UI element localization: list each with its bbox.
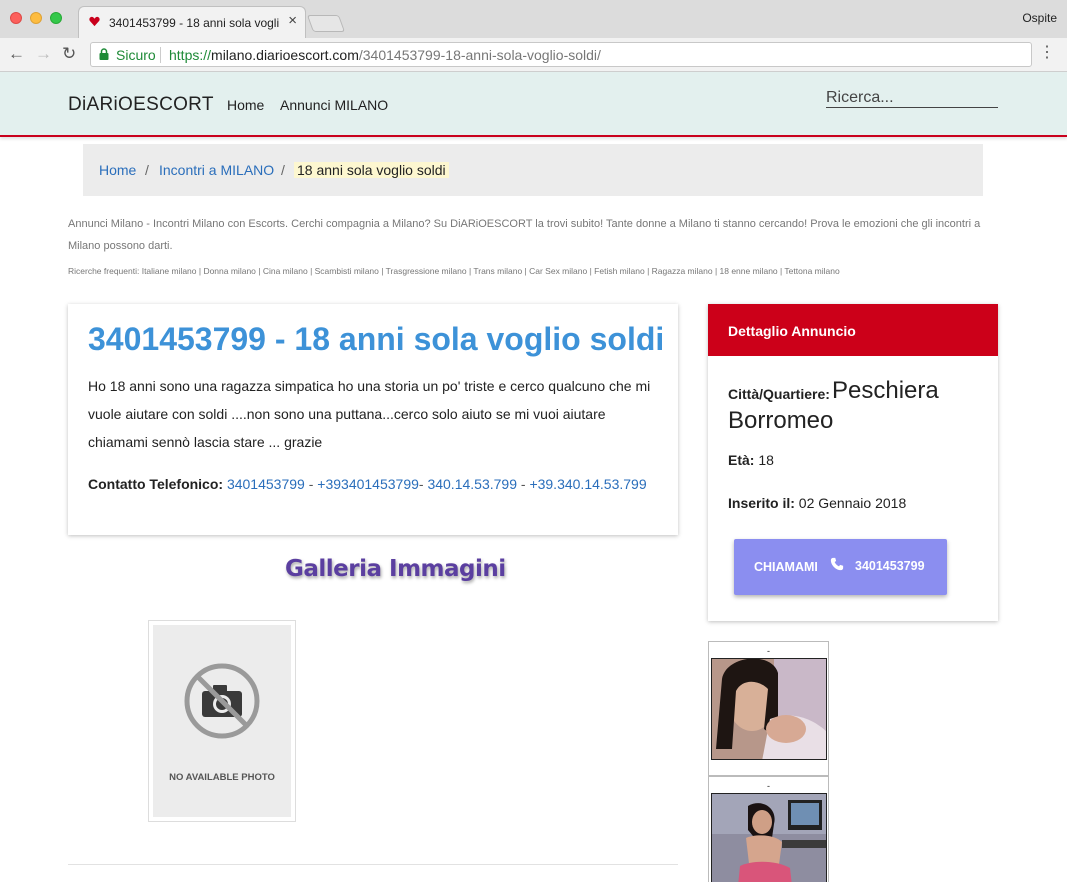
inserted-value: 02 Gennaio 2018 (798, 495, 907, 511)
contact-line: Contatto Telefonico: 3401453799 - +39340… (88, 476, 647, 492)
breadcrumb-current: 18 anni sola voglio soldi (294, 162, 449, 178)
city-value: Peschiera Borromeo (728, 377, 939, 434)
browser-toolbar: ← → ↻ Sicuro https://milano.diarioescort… (0, 38, 1067, 72)
browser-tab[interactable]: 3401453799 - 18 anni sola voglio soldi × (78, 6, 306, 38)
age-label: Età: (728, 452, 755, 468)
no-camera-icon (184, 663, 260, 739)
browser-tabstrip: 3401453799 - 18 anni sola voglio soldi ×… (0, 0, 1067, 38)
detail-header: Dettaglio Annuncio (708, 304, 998, 356)
detail-header-title: Dettaglio Annuncio (728, 323, 856, 339)
forward-arrow-icon[interactable]: → (35, 44, 52, 64)
thumbnail-photo (712, 659, 826, 759)
phone-link[interactable]: +393401453799 (317, 476, 419, 492)
listing-title: 3401453799 - 18 anni sola voglio soldi (88, 321, 665, 357)
no-photo-label: NO AVAILABLE PHOTO (169, 772, 275, 783)
inserted-row: Inserito il: 02 Gennaio 2018 (728, 495, 906, 511)
listing-description: Ho 18 anni sono una ragazza simpatica ho… (88, 378, 651, 450)
phone-link[interactable]: 3401453799 (227, 476, 305, 492)
thumbnail-caption: - (767, 781, 770, 791)
close-window-button[interactable] (10, 12, 22, 24)
breadcrumb-separator: / (281, 162, 285, 178)
maximize-window-button[interactable] (50, 12, 62, 24)
lock-icon (99, 48, 109, 60)
phone-separator: - (304, 476, 318, 492)
thumbnail-caption: - (767, 646, 770, 656)
phone-link[interactable]: 340.14.53.799 (427, 476, 517, 492)
content-divider (68, 864, 678, 865)
nav-link-home[interactable]: Home (227, 97, 264, 113)
phone-link[interactable]: +39.340.14.53.799 (529, 476, 646, 492)
url-text[interactable]: https://milano.diarioescort.com/34014537… (169, 47, 601, 63)
gallery-title: Galleria Immagini (285, 556, 506, 582)
heart-favicon-icon (89, 16, 100, 27)
tab-title: 3401453799 - 18 anni sola voglio soldi (109, 16, 279, 30)
call-button[interactable]: CHIAMAMI 3401453799 (734, 539, 947, 595)
site-navbar: DiARiOESCORT Home Annunci MILANO (0, 72, 1067, 137)
listing-card: 3401453799 - 18 anni sola voglio soldi H… (68, 304, 678, 535)
breadcrumb-separator: / (145, 162, 149, 178)
frequent-searches: Ricerche frequenti: Italiane milano | Do… (68, 266, 840, 276)
contact-label: Contatto Telefonico: (88, 476, 224, 492)
intro-text: Annunci Milano - Incontri Milano con Esc… (68, 218, 981, 252)
url-scheme: https:// (169, 47, 212, 63)
inserted-label: Inserito il: (728, 495, 795, 511)
breadcrumb-incontri-link[interactable]: Incontri a MILANO (159, 162, 274, 178)
no-photo-placeholder: NO AVAILABLE PHOTO (153, 625, 291, 817)
profile-label[interactable]: Ospite (1022, 11, 1057, 25)
back-arrow-icon[interactable]: ← (8, 44, 25, 64)
detail-card: Dettaglio Annuncio Peschiera Borromeo Ci… (708, 304, 998, 621)
phone-icon (830, 557, 844, 571)
breadcrumb-home-link[interactable]: Home (99, 162, 136, 178)
age-row: Età: 18 (728, 452, 774, 468)
minimize-window-button[interactable] (30, 12, 42, 24)
thumbnail-image[interactable] (711, 658, 827, 760)
city-label: Città/Quartiere: (728, 386, 830, 402)
gallery-photo[interactable]: NO AVAILABLE PHOTO (148, 620, 296, 822)
tab-close-icon[interactable]: × (288, 13, 297, 29)
age-value: 18 (758, 452, 774, 468)
call-button-number: 3401453799 (855, 559, 925, 573)
new-tab-button[interactable] (306, 15, 346, 32)
nav-link-annunci-milano[interactable]: Annunci MILANO (280, 97, 388, 113)
address-bar[interactable]: Sicuro https://milano.diarioescort.com/3… (90, 42, 1032, 67)
url-host: milano.diarioescort.com (211, 47, 359, 63)
thumbnail-image[interactable] (711, 793, 827, 882)
reload-icon[interactable]: ↻ (62, 44, 76, 64)
site-brand[interactable]: DiARiOESCORT (68, 94, 214, 116)
search-input[interactable] (826, 88, 998, 108)
phone-separator: - (516, 476, 530, 492)
breadcrumb: Home / Incontri a MILANO / 18 anni sola … (83, 144, 983, 196)
secure-label: Sicuro (116, 47, 156, 63)
side-thumbnail[interactable]: - (708, 776, 829, 882)
call-button-label: CHIAMAMI (754, 560, 818, 574)
url-divider (160, 47, 161, 63)
side-thumbnail[interactable]: - (708, 641, 829, 776)
url-path: /3401453799-18-anni-sola-voglio-soldi/ (358, 47, 601, 63)
thumbnail-photo (712, 794, 826, 882)
browser-menu-icon[interactable]: ⋮ (1039, 45, 1055, 61)
